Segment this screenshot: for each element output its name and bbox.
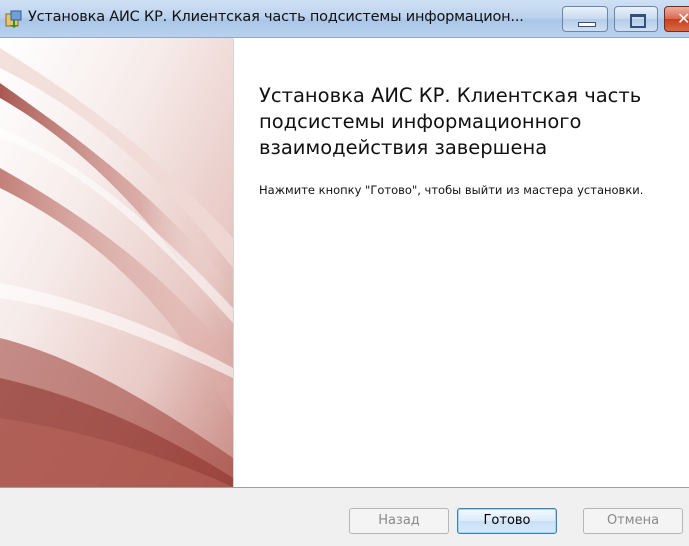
cancel-button[interactable]: Отмена [583,508,683,534]
button-bar: Назад Готово Отмена [0,488,689,546]
window-title: Установка АИС КР. Клиентская часть подси… [28,9,524,25]
maximize-icon [630,14,646,28]
completion-description: Нажмите кнопку "Готово", чтобы выйти из … [259,183,644,197]
close-button[interactable]: ✕ [664,6,689,32]
banner-divider [233,38,234,487]
minimize-button[interactable] [562,6,608,32]
maximize-button[interactable] [614,6,658,32]
back-button[interactable]: Назад [349,508,449,534]
minimize-icon [578,22,596,27]
close-icon: ✕ [677,9,689,28]
completion-heading: Установка АИС КР. Клиентская часть подси… [259,84,642,159]
wizard-banner-image [0,38,233,487]
installer-icon [5,10,22,28]
wizard-content: Установка АИС КР. Клиентская часть подси… [0,38,689,487]
finish-button[interactable]: Готово [457,508,557,534]
title-bar[interactable]: Установка АИС КР. Клиентская часть подси… [0,0,689,38]
installer-window: Установка АИС КР. Клиентская часть подси… [0,0,689,546]
